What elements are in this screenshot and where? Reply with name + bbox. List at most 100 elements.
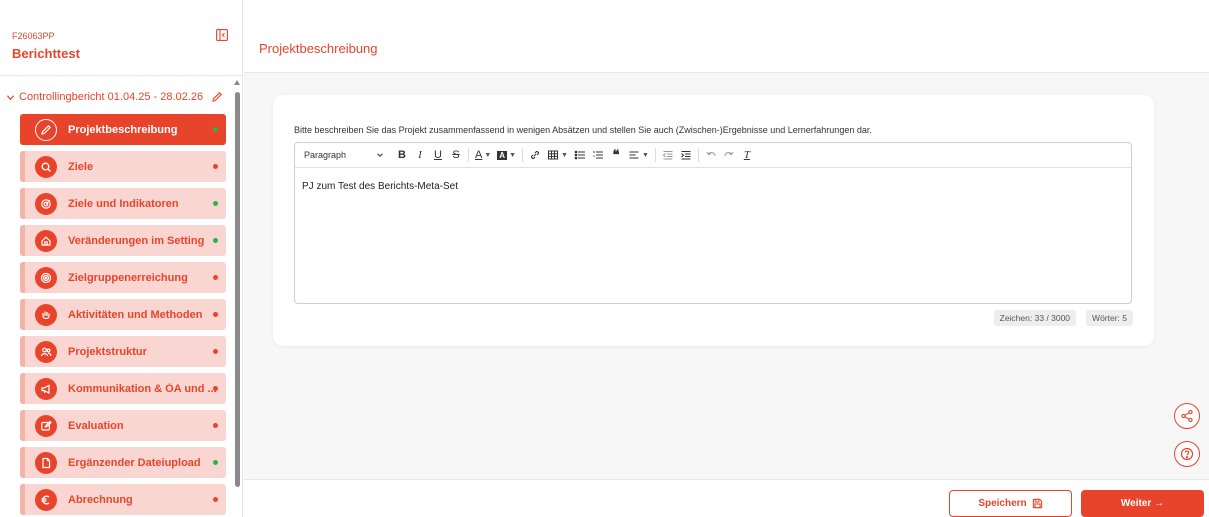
numbered-list-button[interactable]	[592, 147, 604, 163]
link-button[interactable]	[529, 147, 541, 163]
underline-button[interactable]: U	[432, 147, 444, 163]
align-left-icon	[629, 151, 639, 159]
edit-report-icon[interactable]	[211, 91, 223, 103]
nav-item-label: Abrechnung	[68, 493, 133, 506]
file-icon	[35, 451, 57, 474]
euro-icon	[35, 488, 57, 511]
editor-content[interactable]: PJ zum Test des Berichts-Meta-Set	[302, 181, 458, 192]
word-count: Wörter: 5	[1086, 310, 1133, 326]
project-title: Berichttest	[12, 46, 80, 61]
scrollbar-thumb[interactable]	[235, 92, 240, 487]
search-icon	[35, 155, 57, 178]
table-icon	[548, 150, 558, 160]
nav-item-label: Projektstruktur	[68, 345, 147, 358]
char-count: Zeichen: 33 / 3000	[993, 310, 1077, 326]
help-icon	[1180, 447, 1194, 461]
nav-item-ziele[interactable]: Ziele	[20, 151, 226, 182]
bold-button[interactable]: B	[396, 147, 408, 163]
chevron-down-icon	[377, 153, 383, 157]
bullet-list-button[interactable]	[574, 147, 586, 163]
status-dot-complete	[213, 238, 218, 243]
collapse-sidebar-icon[interactable]	[216, 29, 228, 41]
nav-item-zielgruppenerreichung[interactable]: Zielgruppenerreichung	[20, 262, 226, 293]
target-arrow-icon	[35, 192, 57, 215]
redo-button[interactable]	[723, 147, 735, 163]
nav-item-label: Kommunikation & ÖA und ...	[68, 382, 217, 395]
next-button-label: Weiter →	[1120, 498, 1165, 509]
nav-item-label: Zielgruppenerreichung	[68, 271, 188, 284]
page-title: Projektbeschreibung	[259, 41, 378, 56]
nav-item-evaluation[interactable]: Evaluation	[20, 410, 226, 441]
nav-item-label: Aktivitäten und Methoden	[68, 308, 203, 321]
share-button[interactable]	[1174, 403, 1200, 429]
nav-item-veraenderungen-im-setting[interactable]: Veränderungen im Setting	[20, 225, 226, 256]
blockquote-button[interactable]: ❝	[610, 147, 622, 163]
nav-item-aktivitaeten-und-methoden[interactable]: Aktivitäten und Methoden	[20, 299, 226, 330]
indent-button[interactable]	[680, 147, 692, 163]
footer-bar: Speichern Weiter →	[244, 479, 1209, 517]
link-icon	[531, 151, 539, 159]
undo-button[interactable]	[705, 147, 717, 163]
main-header: Projektbeschreibung	[244, 0, 1209, 73]
sidebar-header: F26063PP Berichttest	[0, 0, 243, 76]
status-dot-incomplete	[213, 164, 218, 169]
strikethrough-button[interactable]: S	[450, 147, 462, 163]
description-card: Bitte beschreiben Sie das Projekt zusamm…	[273, 95, 1154, 346]
numbered-list-icon	[593, 151, 603, 159]
status-dot-incomplete	[213, 423, 218, 428]
paragraph-format-select[interactable]: Paragraph	[304, 150, 384, 160]
help-button[interactable]	[1174, 441, 1200, 467]
sidebar-scrollbar[interactable]	[232, 80, 240, 517]
nav-item-kommunikation[interactable]: Kommunikation & ÖA und ...	[20, 373, 226, 404]
save-button[interactable]: Speichern	[949, 490, 1072, 517]
next-button[interactable]: Weiter →	[1081, 490, 1204, 517]
save-icon	[1032, 498, 1042, 509]
align-button[interactable]: ▼	[628, 147, 649, 163]
nav-item-label: Veränderungen im Setting	[68, 234, 205, 247]
scroll-up-arrow-icon[interactable]	[234, 80, 240, 85]
nav-item-ergaenzender-dateiupload[interactable]: Ergänzender Dateiupload	[20, 447, 226, 478]
main-content: Bitte beschreiben Sie das Projekt zusamm…	[244, 73, 1209, 479]
status-dot-incomplete	[213, 386, 218, 391]
nav-item-projektbeschreibung[interactable]: Projektbeschreibung	[20, 114, 226, 145]
clear-formatting-button[interactable]: T	[741, 147, 753, 163]
nav-item-ziele-und-indikatoren[interactable]: Ziele und Indikatoren	[20, 188, 226, 219]
nav-item-label: Evaluation	[68, 419, 124, 432]
status-dot-incomplete	[213, 349, 218, 354]
toolbar-divider	[654, 148, 656, 162]
pencil-icon	[35, 118, 57, 141]
field-description: Bitte beschreiben Sie das Projekt zusamm…	[294, 125, 872, 135]
toolbar-divider	[468, 148, 469, 162]
chevron-down-icon	[6, 94, 15, 100]
counter-row: Zeichen: 33 / 3000 Wörter: 5	[993, 310, 1133, 326]
dropdown-caret-icon: ▼	[509, 151, 516, 159]
table-button[interactable]: ▼	[547, 147, 568, 163]
nav-item-label: Projektbeschreibung	[68, 123, 178, 136]
nav-item-label: Ziele	[68, 160, 94, 173]
save-button-label: Speichern	[978, 498, 1027, 509]
outdent-icon	[662, 151, 673, 160]
project-code: F26063PP	[12, 31, 55, 41]
rich-text-editor[interactable]: Paragraph B I U S A ▼ A ▼ ▼ ❝ ▼ T PJ zum…	[294, 142, 1132, 304]
status-dot-incomplete	[213, 312, 218, 317]
indent-icon	[681, 151, 691, 160]
report-header[interactable]: Controllingbericht 01.04.25 - 28.02.26	[6, 91, 223, 103]
highlight-color-button[interactable]: A ▼	[497, 147, 516, 163]
status-dot-complete	[213, 460, 218, 465]
undo-icon	[706, 151, 716, 157]
nav-item-projektstruktur[interactable]: Projektstruktur	[20, 336, 226, 367]
italic-button[interactable]: I	[414, 147, 426, 163]
highlight-color-icon: A	[497, 150, 508, 160]
edit-square-icon	[35, 414, 57, 437]
dropdown-caret-icon: ▼	[641, 151, 649, 159]
text-color-button[interactable]: A ▼	[475, 147, 491, 163]
status-dot-incomplete	[213, 497, 218, 502]
nav-item-abrechnung[interactable]: Abrechnung	[20, 484, 226, 515]
home-icon	[35, 229, 57, 252]
status-dot-complete	[213, 127, 218, 132]
outdent-button[interactable]	[662, 147, 674, 163]
sidebar-nav-area: Controllingbericht 01.04.25 - 28.02.26 P…	[0, 76, 243, 517]
people-icon	[35, 340, 57, 363]
editor-toolbar: Paragraph B I U S A ▼ A ▼ ▼ ❝ ▼ T	[295, 143, 1131, 168]
dropdown-caret-icon: ▼	[561, 151, 568, 159]
